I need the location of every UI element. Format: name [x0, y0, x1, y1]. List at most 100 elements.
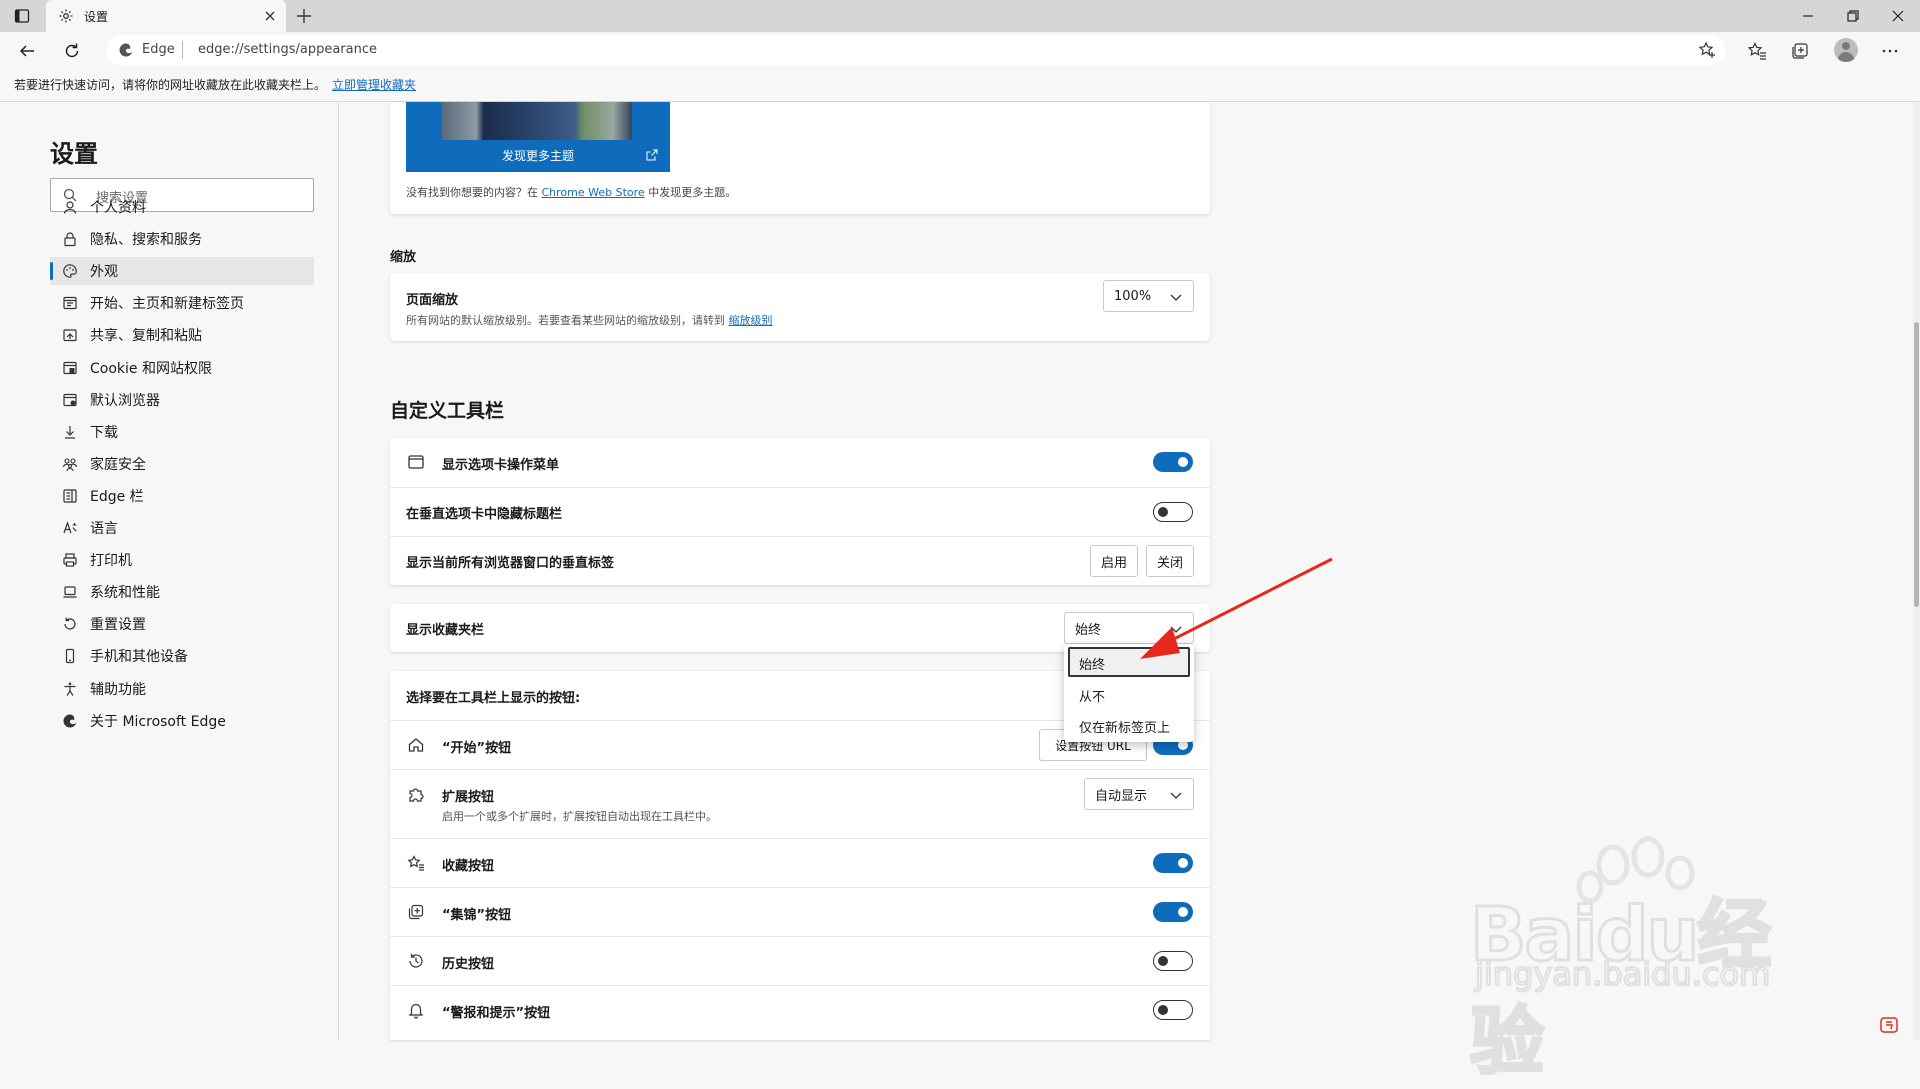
extensions-button-select[interactable]: 自动显示	[1084, 778, 1194, 810]
more-options-icon[interactable]	[1880, 41, 1900, 61]
settings-sidebar: 设置 搜索设置 个人资料 隐私、搜索和服务 外观 开始、主页和新建标签页 共享、复制和粘…	[0, 102, 339, 1040]
discover-themes-label: 发现更多主题	[501, 149, 574, 163]
vertical-tabs-label: 显示当前所有浏览器窗口的垂直标签	[406, 556, 615, 571]
sidebar-item-7[interactable]: 默认浏览器	[62, 386, 314, 414]
extensions-button-row: 扩展按钮 启用一个或多个扩展时，扩展按钮自动出现在工具栏中。 自动显示	[390, 769, 1210, 838]
theme-previews-image	[442, 102, 632, 140]
sidebar-item-17[interactable]: 关于 Microsoft Edge	[62, 707, 314, 735]
page-zoom-description-text: 所有网站的默认缩放级别。若要查看某些网站的缩放级别，请转到	[406, 314, 725, 327]
baidu-watermark: Baidu经验 jingyan.baidu.com	[1469, 825, 1820, 1087]
active-indicator	[50, 262, 53, 281]
tab-actions-icon[interactable]	[14, 8, 30, 24]
show-favorites-bar-label: 显示收藏夹栏	[406, 623, 485, 638]
themes-note-prefix: 没有找到你想要的内容？在	[406, 186, 538, 199]
scrollbar-thumb[interactable]	[1914, 322, 1919, 607]
hide-title-bar-row: 在垂直选项卡中隐藏标题栏	[390, 487, 1210, 536]
scrollbar-track[interactable]	[1913, 102, 1920, 1040]
sidebar-item-10[interactable]: Edge 栏	[62, 482, 314, 510]
extensions-button-value: 自动显示	[1095, 788, 1148, 804]
phone-icon	[62, 648, 78, 664]
collections-button-toggle[interactable]	[1153, 902, 1193, 922]
manage-favorites-link[interactable]: 立即管理收藏夹	[332, 76, 416, 93]
sidebar-item-9[interactable]: 家庭安全	[62, 450, 314, 478]
site-permissions-icon	[62, 360, 78, 376]
collections-button-label: “集锦”按钮	[442, 908, 512, 923]
sidebar-item-label: 下载	[90, 424, 118, 441]
sidebar-item-15[interactable]: 手机和其他设备	[62, 642, 314, 670]
close-window-icon[interactable]	[1890, 8, 1906, 24]
alerts-button-toggle[interactable]	[1153, 1000, 1193, 1020]
dropdown-option-never[interactable]: 从不	[1079, 686, 1105, 705]
annotation-arrow	[1140, 557, 1333, 659]
tray-icon[interactable]	[1880, 1016, 1898, 1034]
chrome-web-store-link[interactable]: Chrome Web Store	[542, 186, 645, 199]
restore-icon[interactable]	[1845, 8, 1861, 24]
show-tab-actions-label: 显示选项卡操作菜单	[442, 458, 560, 473]
close-tab-icon[interactable]	[264, 10, 276, 22]
sidebar-item-12[interactable]: 打印机	[62, 546, 314, 574]
favorites-button-label: 收藏按钮	[442, 859, 495, 874]
sidebar-item-label: 隐私、搜索和服务	[90, 232, 202, 249]
sidebar-item-label: 个人资料	[90, 200, 146, 216]
show-tab-actions-toggle[interactable]	[1153, 452, 1193, 472]
favorites-hint-text: 若要进行快速访问，请将你的网址收藏放在此收藏夹栏上。	[14, 78, 327, 92]
sidebar-item-label: 重置设置	[90, 617, 146, 634]
sidebar-item-13[interactable]: 系统和性能	[62, 578, 314, 606]
omnibox-divider	[182, 41, 183, 59]
themes-card: 发现更多主题 没有找到你想要的内容？在 Chrome Web Store 中发现…	[390, 102, 1210, 214]
sidebar-item-11[interactable]: 语言	[62, 514, 314, 542]
chevron-down-icon	[1170, 294, 1182, 301]
puzzle-icon	[407, 785, 425, 803]
address-bar[interactable]: Edge edge://settings/appearance	[106, 35, 1726, 65]
zoom-levels-link[interactable]: 缩放级别	[729, 314, 773, 327]
back-icon[interactable]	[18, 42, 36, 60]
new-tab-icon[interactable]	[296, 8, 312, 24]
favorites-icon[interactable]	[1747, 41, 1767, 61]
dropdown-option-new-tab-only[interactable]: 仅在新标签页上	[1079, 717, 1170, 736]
favorites-button-toggle[interactable]	[1153, 853, 1193, 873]
sidebar-item-5[interactable]: 共享、复制和粘贴	[62, 321, 314, 349]
sidebar-item-6[interactable]: Cookie 和网站权限	[62, 354, 314, 382]
dropdown-option-always[interactable]: 始终	[1079, 654, 1105, 673]
family-icon	[62, 456, 78, 472]
toolbar-card-1: 显示选项卡操作菜单 在垂直选项卡中隐藏标题栏 显示当前所有浏览器窗口的垂直标签 …	[390, 438, 1210, 585]
sidebar-item-8[interactable]: 下载	[62, 418, 314, 446]
favorites-icon	[407, 854, 425, 872]
edge-bar-icon	[62, 488, 78, 504]
sidebar-item-label: 辅助功能	[90, 681, 146, 698]
reset-icon	[62, 616, 78, 632]
page-zoom-select[interactable]: 100%	[1103, 280, 1194, 312]
sidebar-item-label: 手机和其他设备	[90, 649, 188, 666]
sidebar-item-label: 家庭安全	[90, 456, 146, 473]
download-icon	[62, 424, 78, 440]
avatar[interactable]	[1834, 38, 1858, 62]
refresh-icon[interactable]	[63, 42, 81, 60]
lock-icon	[62, 231, 78, 247]
page-zoom-value: 100%	[1114, 288, 1152, 304]
discover-themes-tile[interactable]: 发现更多主题	[406, 102, 670, 172]
accessibility-icon	[62, 681, 78, 697]
external-link-icon	[646, 149, 658, 161]
collections-icon[interactable]	[1790, 41, 1810, 61]
history-button-toggle[interactable]	[1153, 951, 1193, 971]
sidebar-item-3[interactable]: 外观	[50, 257, 314, 286]
hide-title-bar-toggle[interactable]	[1153, 502, 1193, 522]
url-text[interactable]: edge://settings/appearance	[198, 42, 377, 57]
sidebar-item-1[interactable]: 个人资料	[62, 193, 314, 221]
sidebar-item-2[interactable]: 隐私、搜索和服务	[62, 225, 314, 253]
home-button-label: “开始”按钮	[442, 741, 512, 756]
zoom-section-title: 缩放	[390, 250, 417, 265]
baidu-url-text: jingyan.baidu.com	[1474, 954, 1771, 994]
sidebar-item-16[interactable]: 辅助功能	[62, 675, 314, 703]
settings-title: 设置	[50, 140, 98, 168]
sidebar-item-14[interactable]: 重置设置	[62, 610, 314, 638]
favorites-bar-value: 始终	[1075, 622, 1102, 638]
sidebar-item-4[interactable]: 开始、主页和新建标签页	[62, 289, 314, 317]
add-favorite-icon[interactable]	[1698, 41, 1716, 59]
history-button-label: 历史按钮	[442, 957, 495, 972]
share-icon	[62, 327, 78, 343]
palette-icon	[62, 263, 78, 279]
minimize-icon[interactable]	[1800, 8, 1816, 24]
extensions-button-label: 扩展按钮	[442, 790, 495, 805]
tab-settings[interactable]: 设置	[46, 0, 286, 32]
